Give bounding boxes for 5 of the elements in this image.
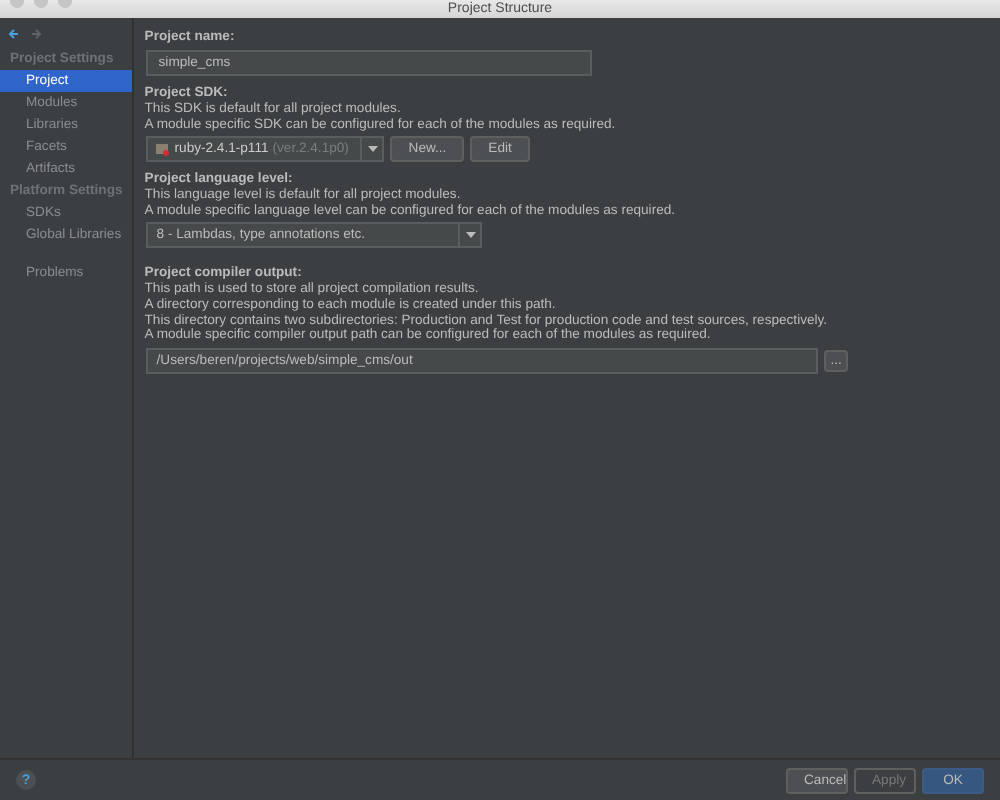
caret-icon bbox=[367, 146, 378, 153]
back-arrow-icon[interactable] bbox=[8, 28, 20, 40]
forward-arrow-icon[interactable] bbox=[30, 28, 42, 40]
folder-icon bbox=[156, 143, 171, 156]
caret-icon bbox=[465, 232, 476, 239]
